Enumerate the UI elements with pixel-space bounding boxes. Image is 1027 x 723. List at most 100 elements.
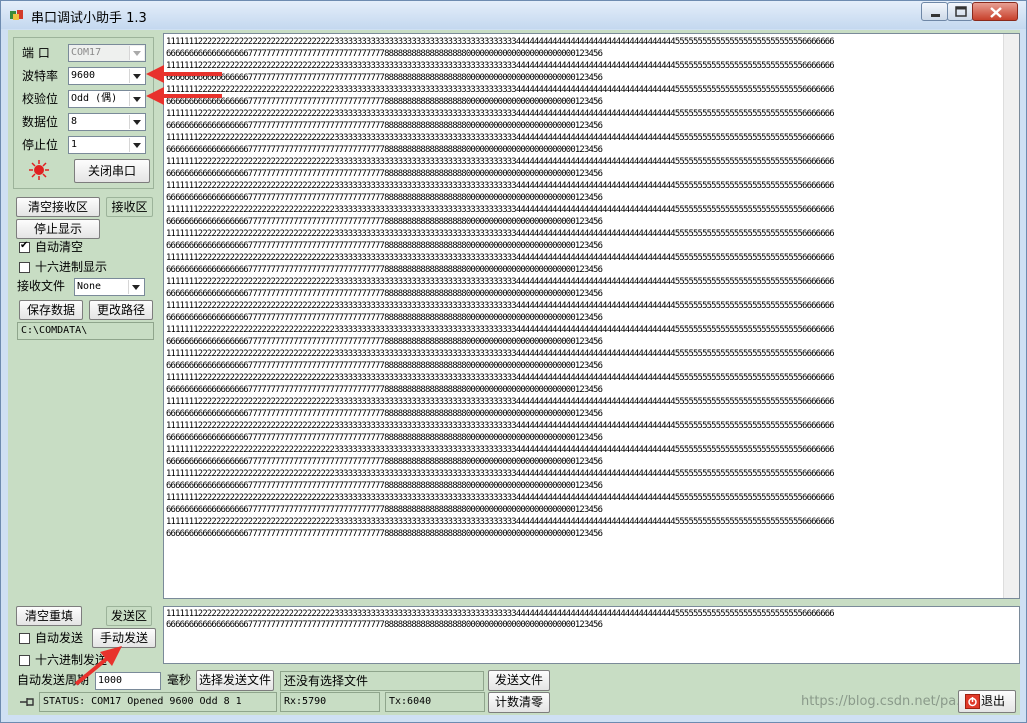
title-bar[interactable]: 串口调试小助手 1.3: [1, 1, 1026, 29]
receive-file-select[interactable]: None: [74, 278, 145, 296]
receive-line: 1111111222222222222222222222222222222333…: [166, 229, 835, 239]
annotation-arrow-icon: [74, 646, 122, 686]
stop-display-button[interactable]: 停止显示: [16, 219, 100, 239]
receive-line: 6666666666666666667777777777777777777777…: [166, 337, 603, 347]
toggle-port-button[interactable]: 关闭串口: [74, 159, 150, 183]
receive-line: 1111111222222222222222222222222222222333…: [166, 421, 835, 431]
clear-send-button[interactable]: 清空重填: [16, 606, 82, 626]
maximize-button[interactable]: [947, 2, 973, 21]
app-icon: [10, 10, 23, 20]
send-text-area[interactable]: 1111111222222222222222222222222222222333…: [163, 606, 1020, 664]
receive-content: 1111111222222222222222222222222222222333…: [166, 36, 835, 540]
receive-line: 1111111222222222222222222222222222222333…: [166, 253, 835, 263]
receive-line: 1111111222222222222222222222222222222333…: [166, 469, 835, 479]
parity-value: Odd (偶): [71, 93, 118, 104]
receive-line: 1111111222222222222222222222222222222333…: [166, 397, 835, 407]
receive-line: 6666666666666666667777777777777777777777…: [166, 433, 603, 443]
receive-line: 1111111222222222222222222222222222222333…: [166, 445, 835, 455]
parity-select[interactable]: Odd (偶): [68, 90, 146, 108]
receive-line: 6666666666666666667777777777777777777777…: [166, 73, 603, 83]
databits-value: 8: [71, 116, 78, 127]
chevron-down-icon: [129, 138, 144, 152]
send-file-button[interactable]: 发送文件: [488, 670, 550, 691]
receive-line: 1111111222222222222222222222222222222333…: [166, 277, 835, 287]
send-file-status: 还没有选择文件: [280, 671, 484, 691]
receive-line: 1111111222222222222222222222222222222333…: [166, 37, 835, 47]
receive-line: 6666666666666666667777777777777777777777…: [166, 145, 603, 155]
auto-clear-checkbox[interactable]: [19, 240, 30, 253]
exit-icon: [965, 694, 980, 709]
receive-line: 1111111222222222222222222222222222222333…: [166, 181, 835, 191]
watermark-text: https://blog.csdn.net/pa...: [801, 694, 969, 709]
rx-count: Rx:5790: [280, 692, 380, 712]
exit-button[interactable]: 退出: [958, 690, 1016, 713]
receive-line: 6666666666666666667777777777777777777777…: [166, 481, 603, 491]
baud-value: 9600: [71, 70, 96, 81]
receive-line: 1111111222222222222222222222222222222333…: [166, 109, 835, 119]
receive-line: 1111111222222222222222222222222222222333…: [166, 493, 835, 503]
annotation-arrow-icon: [146, 87, 222, 105]
stopbits-value: 1: [71, 139, 78, 150]
clear-receive-button[interactable]: 清空接收区: [16, 197, 100, 217]
parity-label: 校验位: [22, 92, 59, 106]
receive-line: 1111111222222222222222222222222222222333…: [166, 85, 835, 95]
change-path-button[interactable]: 更改路径: [89, 300, 153, 320]
send-area-label: 发送区: [106, 606, 152, 626]
exit-label: 退出: [980, 694, 1005, 708]
receive-line: 1111111222222222222222222222222222222333…: [166, 349, 835, 359]
receive-file-value: None: [77, 281, 102, 292]
window-title: 串口调试小助手 1.3: [31, 11, 147, 26]
receive-line: 6666666666666666667777777777777777777777…: [166, 265, 603, 275]
save-data-button[interactable]: 保存数据: [19, 300, 83, 320]
port-status-light-icon: [29, 160, 49, 180]
status-text: STATUS: COM17 Opened 9600 Odd 8 1: [39, 692, 277, 712]
send-content: 1111111222222222222222222222222222222333…: [166, 609, 835, 631]
reset-count-button[interactable]: 计数清零: [488, 692, 550, 713]
receive-line: 6666666666666666667777777777777777777777…: [166, 193, 603, 203]
receive-area-label: 接收区: [106, 197, 153, 217]
chevron-down-icon: [129, 115, 144, 129]
receive-text-area[interactable]: 1111111222222222222222222222222222222333…: [163, 33, 1020, 599]
receive-file-label: 接收文件: [17, 279, 66, 293]
tx-count: Tx:6040: [385, 692, 485, 712]
receive-line: 6666666666666666667777777777777777777777…: [166, 385, 603, 395]
receive-line: 6666666666666666667777777777777777777777…: [166, 217, 603, 227]
baud-select[interactable]: 9600: [68, 67, 146, 85]
receive-line: 1111111222222222222222222222222222222333…: [166, 517, 835, 527]
receive-line: 1111111222222222222222222222222222222333…: [166, 157, 835, 167]
auto-clear-label: 自动清空: [35, 240, 84, 254]
stopbits-select[interactable]: 1: [68, 136, 146, 154]
databits-label: 数据位: [22, 115, 59, 129]
receive-scrollbar[interactable]: [1003, 34, 1019, 598]
save-path-display: C:\COMDATA\: [17, 322, 154, 340]
receive-line: 1111111222222222222222222222222222222333…: [166, 301, 835, 311]
chevron-down-icon: [129, 46, 144, 60]
receive-line: 6666666666666666667777777777777777777777…: [166, 289, 603, 299]
receive-line: 6666666666666666667777777777777777777777…: [166, 457, 603, 467]
receive-line: 1111111222222222222222222222222222222333…: [166, 133, 835, 143]
receive-line: 6666666666666666667777777777777777777777…: [166, 313, 603, 323]
maximize-icon: [955, 6, 967, 17]
port-select[interactable]: COM17: [68, 44, 146, 62]
receive-line: 6666666666666666667777777777777777777777…: [166, 49, 603, 59]
receive-line: 6666666666666666667777777777777777777777…: [166, 505, 603, 515]
databits-select[interactable]: 8: [68, 113, 146, 131]
auto-send-checkbox[interactable]: [19, 633, 30, 644]
client-area: 端 口 COM17 波特率 9600 校验位 Odd (偶) 数据位 8 停止位…: [8, 30, 1020, 715]
receive-line: 1111111222222222222222222222222222222333…: [166, 373, 835, 383]
send-line-2: 6666666666666666667777777777777777777777…: [166, 620, 603, 630]
hex-display-checkbox[interactable]: [19, 262, 30, 273]
port-value: COM17: [71, 47, 102, 58]
receive-line: 1111111222222222222222222222222222222333…: [166, 205, 835, 215]
minimize-button[interactable]: [921, 2, 948, 21]
chevron-down-icon: [128, 280, 143, 294]
pin-icon: [20, 698, 34, 706]
receive-line: 6666666666666666667777777777777777777777…: [166, 529, 603, 539]
select-send-file-button[interactable]: 选择发送文件: [196, 670, 274, 691]
hex-send-checkbox[interactable]: [19, 655, 30, 666]
close-button[interactable]: [972, 2, 1018, 21]
minimize-icon: [931, 14, 940, 17]
close-icon: [990, 7, 1002, 18]
chevron-down-icon: [129, 92, 144, 106]
chevron-down-icon: [129, 69, 144, 83]
